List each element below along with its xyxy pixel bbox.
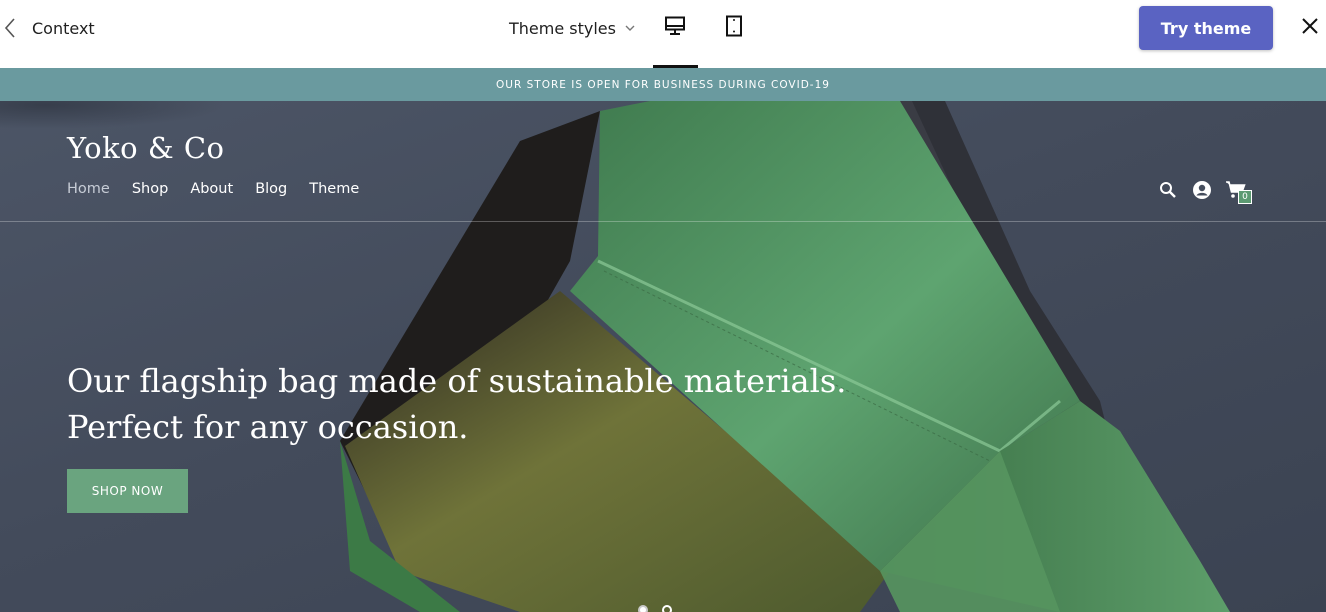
store-nav: Home Shop About Blog Theme [67, 181, 381, 197]
try-theme-button[interactable]: Try theme [1139, 6, 1273, 50]
nav-theme[interactable]: Theme [309, 181, 359, 197]
chevron-down-icon [624, 22, 636, 34]
back-button[interactable]: Context [0, 16, 95, 40]
search-icon[interactable] [1157, 179, 1179, 201]
slide-dot-2[interactable] [662, 605, 672, 612]
nav-home[interactable]: Home [67, 181, 110, 197]
back-label: Context [32, 18, 95, 38]
theme-styles-dropdown[interactable]: Theme styles [509, 16, 636, 40]
desktop-icon [664, 16, 686, 40]
chevron-left-icon [0, 16, 20, 40]
nav-about[interactable]: About [190, 181, 233, 197]
announcement-bar: OUR STORE IS OPEN FOR BUSINESS DURING CO… [0, 68, 1326, 101]
header-icons: 0 [1157, 179, 1259, 204]
announcement-text: OUR STORE IS OPEN FOR BUSINESS DURING CO… [496, 78, 830, 91]
close-button[interactable] [1298, 16, 1322, 40]
tablet-view-button[interactable] [719, 14, 749, 42]
store-logo[interactable]: Yoko & Co [67, 131, 225, 165]
close-icon [1301, 17, 1319, 39]
slide-dot-1[interactable] [638, 605, 648, 612]
account-icon[interactable] [1191, 179, 1213, 201]
theme-styles-label: Theme styles [509, 18, 616, 38]
tablet-icon [725, 15, 743, 41]
hero-bag-image [0, 101, 1230, 612]
hero-headline: Our flagship bag made of sustainable mat… [67, 358, 867, 450]
slideshow-dots [638, 605, 672, 612]
hero-banner: Yoko & Co Home Shop About Blog Theme 0 O… [0, 101, 1326, 612]
editor-toolbar: Context Theme styles Try theme [0, 0, 1326, 68]
hero-headline-line-2: Perfect for any occasion. [67, 408, 469, 446]
cart-count-badge: 0 [1238, 190, 1252, 204]
shop-now-button[interactable]: SHOP NOW [67, 469, 188, 513]
desktop-view-button[interactable] [660, 14, 690, 42]
nav-blog[interactable]: Blog [255, 181, 287, 197]
hero-headline-line-1: Our flagship bag made of sustainable mat… [67, 362, 847, 400]
header-divider [0, 221, 1326, 222]
cart-icon[interactable]: 0 [1225, 179, 1252, 204]
nav-shop[interactable]: Shop [132, 181, 168, 197]
